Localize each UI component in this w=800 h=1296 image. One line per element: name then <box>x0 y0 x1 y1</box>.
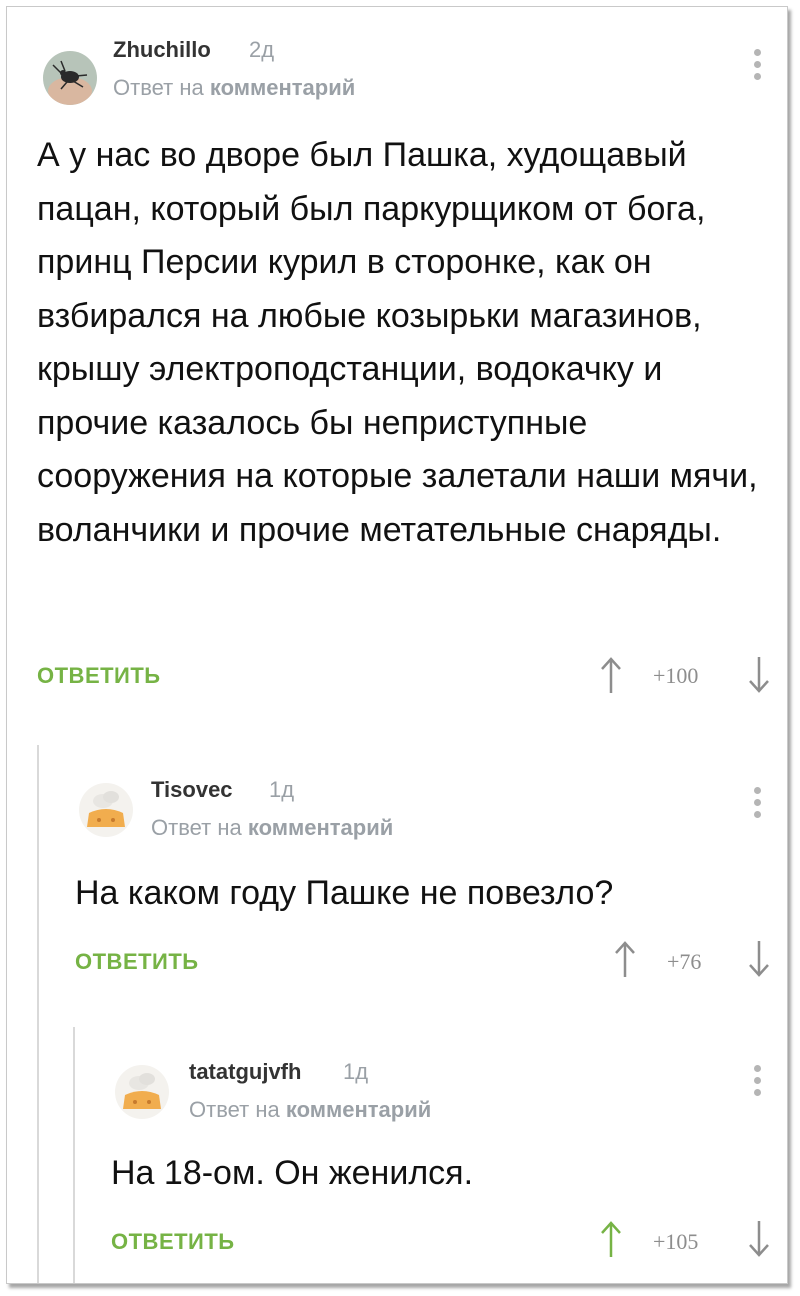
arrow-up-icon <box>601 657 621 693</box>
reply-button[interactable]: ОТВЕТИТЬ <box>75 949 199 975</box>
username[interactable]: tatatgujvfh <box>189 1059 301 1085</box>
user-avatar-image <box>43 51 97 105</box>
reply-button[interactable]: ОТВЕТИТЬ <box>37 663 161 689</box>
avatar[interactable] <box>115 1065 169 1119</box>
thread-indent-line <box>37 745 39 1283</box>
comment-time: 1д <box>269 777 295 802</box>
reply-to-prefix: Ответ на <box>113 75 204 100</box>
reply-to-link[interactable]: комментарий <box>286 1097 431 1122</box>
comment-time: 2д <box>249 37 275 62</box>
arrow-down-icon <box>749 657 769 693</box>
comment-text: На 18-ом. Он женился. <box>111 1154 474 1192</box>
avatar[interactable] <box>79 783 133 837</box>
upvote-button[interactable] <box>599 655 623 695</box>
rating-score: +105 <box>653 1229 699 1254</box>
vertical-dots-icon <box>753 49 761 56</box>
rating-score: +76 <box>667 949 702 974</box>
reply-to-prefix: Ответ на <box>189 1097 280 1122</box>
reply-to-line: Ответ на комментарий <box>189 1097 431 1123</box>
vertical-dots-icon <box>753 1065 761 1072</box>
arrow-up-icon-active <box>601 1221 621 1257</box>
comment-thread: Zhuchillo 2д Ответ на комментарий А у на… <box>6 6 788 1284</box>
downvote-button[interactable] <box>747 655 771 695</box>
upvote-button[interactable] <box>599 1219 623 1259</box>
username[interactable]: Zhuchillo <box>113 37 211 63</box>
reply-to-prefix: Ответ на <box>151 815 242 840</box>
reply-to-line: Ответ на комментарий <box>113 75 355 101</box>
comment-text: А у нас во дворе был Пашка, худощавый па… <box>37 136 758 549</box>
default-avatar-image <box>115 1065 169 1119</box>
avatar[interactable] <box>43 51 97 105</box>
username[interactable]: Tisovec <box>151 777 233 803</box>
vertical-dots-icon <box>753 787 761 794</box>
reply-to-line: Ответ на комментарий <box>151 815 393 841</box>
arrow-down-icon <box>749 1221 769 1257</box>
reply-to-link[interactable]: комментарий <box>210 75 355 100</box>
comment-text: На каком году Пашке не повезло? <box>75 874 614 912</box>
downvote-button[interactable] <box>747 939 771 979</box>
arrow-down-icon <box>749 941 769 977</box>
upvote-button[interactable] <box>613 939 637 979</box>
comment-menu-button[interactable] <box>749 1065 765 1105</box>
comment-menu-button[interactable] <box>749 49 765 89</box>
reply-button[interactable]: ОТВЕТИТЬ <box>111 1229 235 1255</box>
comment-time: 1д <box>343 1059 369 1084</box>
thread-indent-line <box>73 1027 75 1283</box>
downvote-button[interactable] <box>747 1219 771 1259</box>
arrow-up-icon <box>615 941 635 977</box>
reply-to-link[interactable]: комментарий <box>248 815 393 840</box>
rating-score: +100 <box>653 663 699 688</box>
comment-menu-button[interactable] <box>749 787 765 827</box>
default-avatar-image <box>79 783 133 837</box>
